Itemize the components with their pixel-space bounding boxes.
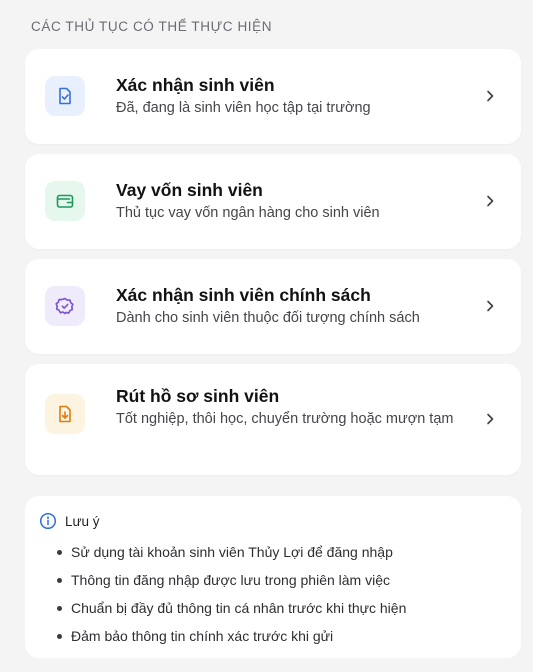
procedure-description: Thủ tục vay vốn ngân hàng cho sinh viên bbox=[116, 205, 380, 221]
procedure-title: Vay vốn sinh viên bbox=[116, 180, 263, 200]
chevron-right-icon bbox=[483, 412, 497, 426]
procedures-page: CÁC THỦ TỤC CÓ THỂ THỰC HIỆN Xác nhận si… bbox=[0, 0, 533, 672]
wallet-icon bbox=[45, 181, 85, 221]
procedure-text: Rút hồ sơ sinh viên Tốt nghiệp, thôi học… bbox=[116, 385, 471, 431]
procedure-text: Vay vốn sinh viên Thủ tục vay vốn ngân h… bbox=[116, 179, 471, 225]
chevron-right-icon bbox=[483, 194, 497, 208]
procedure-card-student-confirmation[interactable]: Xác nhận sinh viên Đã, đang là sinh viên… bbox=[25, 49, 521, 144]
chevron-right-icon bbox=[483, 299, 497, 313]
note-item: Sử dụng tài khoản sinh viên Thủy Lợi để … bbox=[55, 538, 406, 566]
note-header: Lưu ý bbox=[39, 512, 100, 530]
note-box: Lưu ý Sử dụng tài khoản sinh viên Thủy L… bbox=[25, 496, 521, 658]
note-list: Sử dụng tài khoản sinh viên Thủy Lợi để … bbox=[55, 538, 406, 650]
procedure-text: Xác nhận sinh viên chính sách Dành cho s… bbox=[116, 284, 471, 330]
note-item: Chuẩn bị đầy đủ thông tin cá nhân trước … bbox=[55, 594, 406, 622]
document-check-icon bbox=[45, 76, 85, 116]
procedure-card-policy-student[interactable]: Xác nhận sinh viên chính sách Dành cho s… bbox=[25, 259, 521, 354]
procedure-description: Tốt nghiệp, thôi học, chuyển trường hoặc… bbox=[116, 411, 454, 427]
procedure-title: Rút hồ sơ sinh viên bbox=[116, 386, 280, 406]
note-item: Thông tin đăng nhập được lưu trong phiên… bbox=[55, 566, 406, 594]
procedure-title: Xác nhận sinh viên bbox=[116, 75, 275, 95]
document-download-icon bbox=[45, 394, 85, 434]
procedure-description: Dành cho sinh viên thuộc đối tượng chính… bbox=[116, 310, 420, 326]
procedure-card-withdraw-records[interactable]: Rút hồ sơ sinh viên Tốt nghiệp, thôi học… bbox=[25, 364, 521, 475]
note-title: Lưu ý bbox=[65, 513, 100, 529]
badge-check-icon bbox=[45, 286, 85, 326]
section-title: CÁC THỦ TỤC CÓ THỂ THỰC HIỆN bbox=[31, 19, 273, 34]
procedure-description: Đã, đang là sinh viên học tập tại trường bbox=[116, 100, 371, 116]
info-icon bbox=[39, 512, 57, 530]
procedure-title: Xác nhận sinh viên chính sách bbox=[116, 285, 371, 305]
procedure-card-student-loan[interactable]: Vay vốn sinh viên Thủ tục vay vốn ngân h… bbox=[25, 154, 521, 249]
note-item: Đảm bảo thông tin chính xác trước khi gử… bbox=[55, 622, 406, 650]
chevron-right-icon bbox=[483, 89, 497, 103]
procedure-text: Xác nhận sinh viên Đã, đang là sinh viên… bbox=[116, 74, 471, 120]
